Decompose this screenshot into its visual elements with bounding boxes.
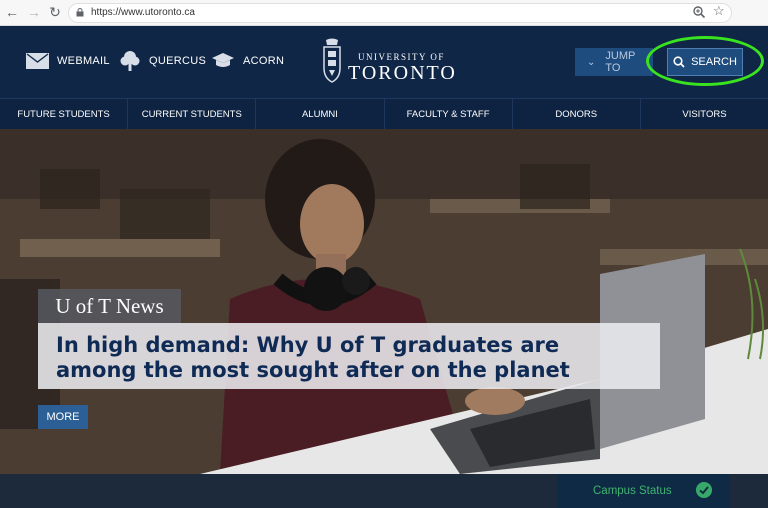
address-bar[interactable]: https://www.utoronto.ca bbox=[68, 3, 732, 23]
search-label: SEARCH bbox=[691, 56, 737, 68]
mail-icon bbox=[26, 53, 49, 69]
headline-box[interactable]: In high demand: Why U of T graduates are… bbox=[38, 323, 660, 389]
url-text: https://www.utoronto.ca bbox=[91, 7, 195, 18]
news-tag[interactable]: U of T News bbox=[38, 289, 181, 323]
main-navigation: FUTURE STUDENTS CURRENT STUDENTS ALUMNI … bbox=[0, 98, 768, 129]
site-header: WEBMAIL QUERCUS ACORN UNIVERSITY OF TORO… bbox=[0, 26, 768, 98]
zoom-icon[interactable] bbox=[692, 5, 706, 19]
nav-item-visitors[interactable]: VISITORS bbox=[641, 99, 768, 129]
jump-to-button[interactable]: ⌄ JUMP TO bbox=[575, 48, 653, 76]
logo-university-of: UNIVERSITY OF bbox=[358, 52, 445, 62]
browser-toolbar: ← → ↻ https://www.utoronto.ca ☆ bbox=[0, 0, 768, 26]
quercus-label: QUERCUS bbox=[149, 55, 207, 67]
headline-text: In high demand: Why U of T graduates are… bbox=[56, 333, 570, 382]
nav-item-donors[interactable]: DONORS bbox=[513, 99, 641, 129]
search-icon bbox=[673, 56, 685, 68]
tree-icon bbox=[120, 51, 140, 71]
nav-item-future-students[interactable]: FUTURE STUDENTS bbox=[0, 99, 129, 129]
webmail-link[interactable]: WEBMAIL bbox=[26, 46, 110, 76]
quercus-link[interactable]: QUERCUS bbox=[119, 46, 206, 76]
nav-item-alumni[interactable]: ALUMNI bbox=[256, 99, 385, 129]
acorn-link[interactable]: ACORN bbox=[211, 46, 284, 76]
logo-toronto: TORONTO bbox=[348, 62, 457, 84]
forward-arrow-icon[interactable]: → bbox=[26, 4, 42, 20]
reload-icon[interactable]: ↻ bbox=[47, 4, 63, 20]
grad-cap-icon bbox=[212, 53, 234, 67]
university-crest-logo[interactable] bbox=[322, 38, 342, 84]
search-button[interactable]: SEARCH bbox=[667, 48, 743, 76]
campus-status-panel[interactable]: Campus Status bbox=[557, 474, 730, 508]
nav-item-faculty-staff[interactable]: FACULTY & STAFF bbox=[385, 99, 513, 129]
bookmark-star-icon[interactable]: ☆ bbox=[713, 3, 725, 19]
webmail-label: WEBMAIL bbox=[57, 55, 110, 67]
back-arrow-icon[interactable]: ← bbox=[4, 4, 20, 20]
acorn-label: ACORN bbox=[243, 55, 285, 67]
nav-item-current-students[interactable]: CURRENT STUDENTS bbox=[128, 99, 257, 129]
hero-banner: U of T News In high demand: Why U of T g… bbox=[0, 129, 768, 474]
lock-icon bbox=[76, 8, 84, 17]
chevron-down-icon: ⌄ bbox=[587, 56, 596, 68]
check-circle-icon bbox=[696, 482, 712, 498]
jump-to-label: JUMP TO bbox=[605, 50, 636, 74]
campus-status-label: Campus Status bbox=[593, 485, 672, 497]
more-button[interactable]: MORE bbox=[38, 405, 88, 429]
